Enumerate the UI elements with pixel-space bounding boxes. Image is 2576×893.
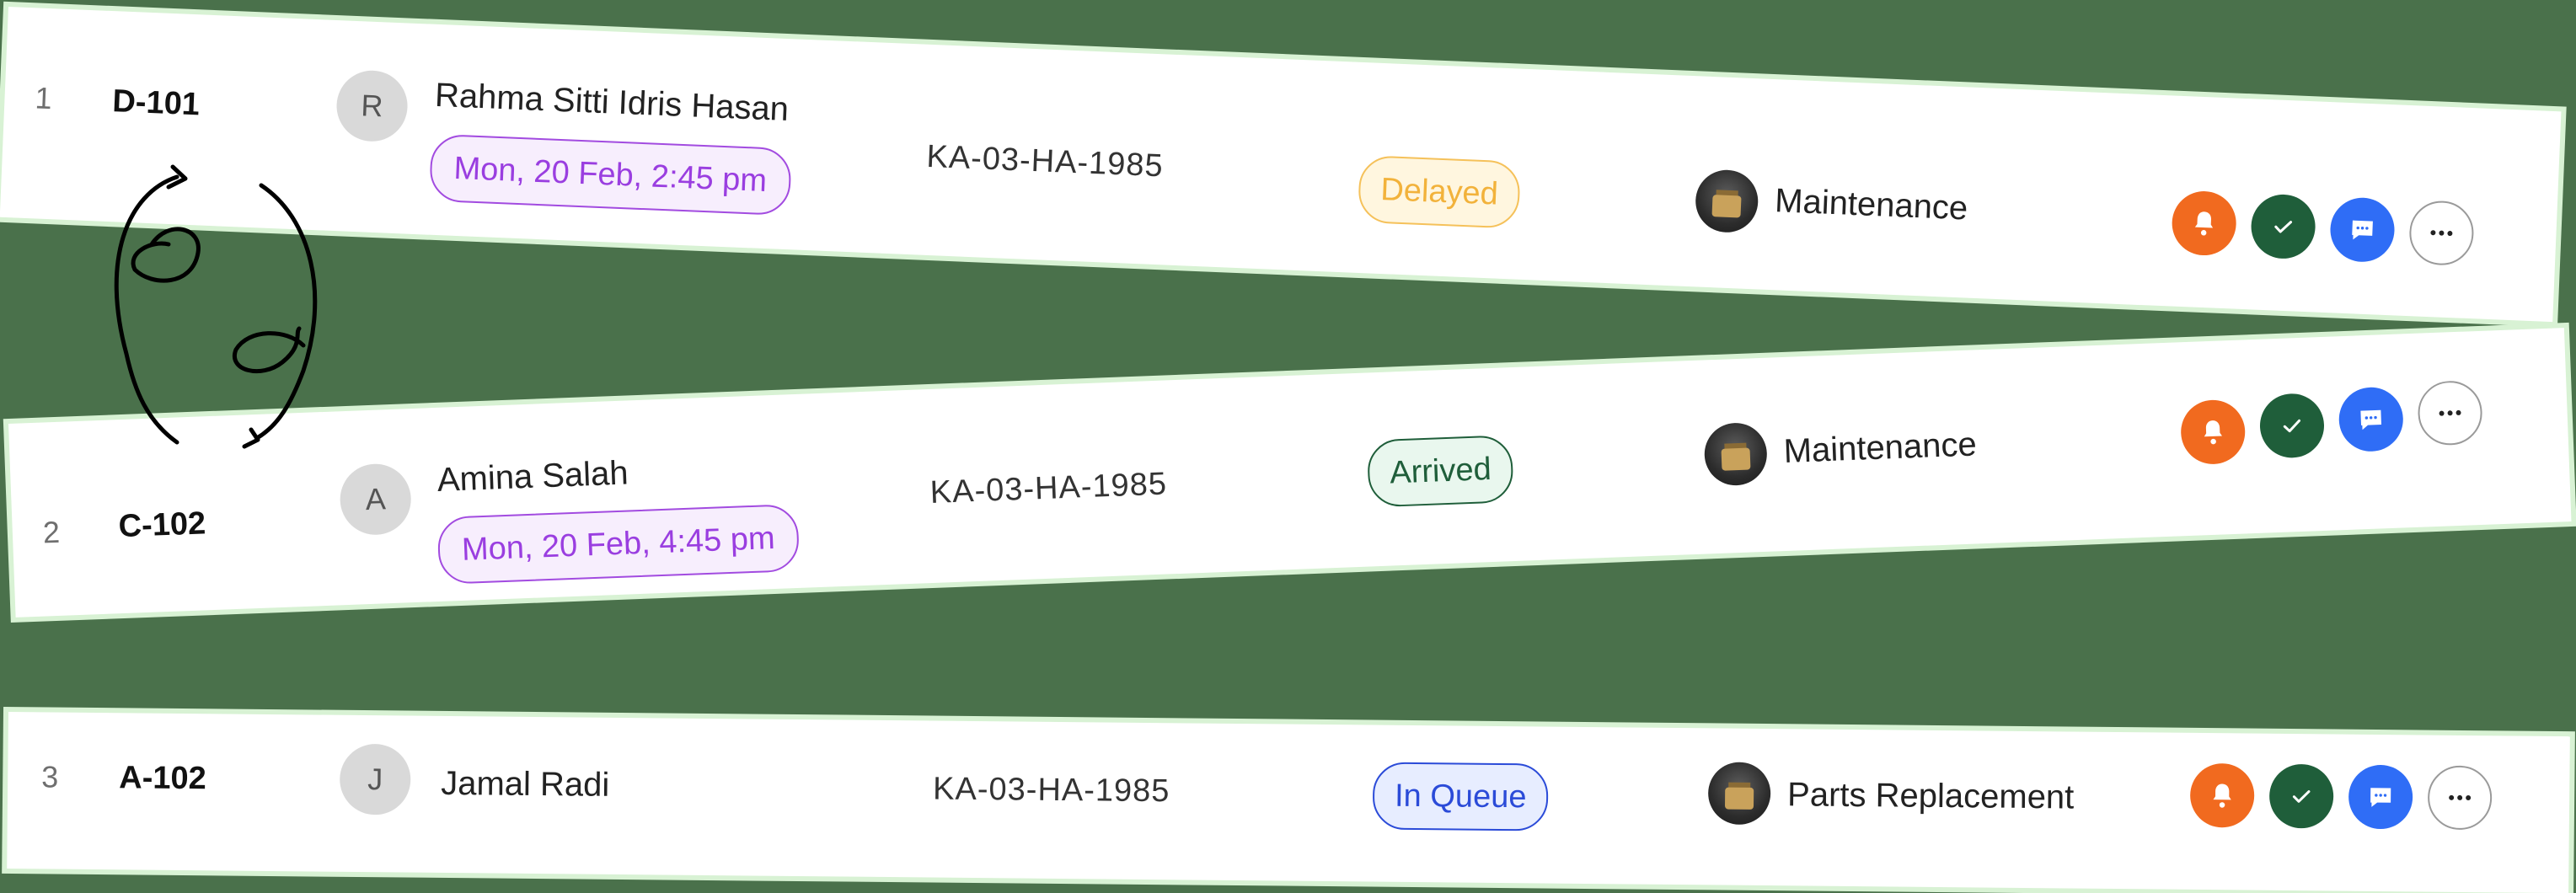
status-badge: Arrived	[1366, 435, 1515, 508]
notify-button[interactable]	[2171, 190, 2238, 257]
more-horizontal-icon	[2449, 794, 2472, 801]
more-horizontal-icon	[2430, 230, 2453, 237]
customer-name: Jamal Radi	[440, 764, 610, 804]
chat-icon	[2370, 788, 2391, 807]
vehicle-plate: KA-03-HA-1985	[932, 771, 1170, 810]
service-avatar	[1703, 421, 1769, 487]
more-button[interactable]	[2427, 765, 2493, 831]
check-icon	[2292, 790, 2311, 803]
status-badge: Delayed	[1357, 154, 1522, 229]
customer-name: Amina Salah	[436, 454, 629, 499]
avatar: R	[335, 69, 410, 143]
row-index: 1	[34, 80, 53, 116]
check-icon	[2283, 419, 2301, 433]
row-code: C-102	[117, 505, 206, 545]
avatar: A	[339, 463, 413, 537]
approve-button[interactable]	[2258, 392, 2326, 459]
service-type: Maintenance	[1782, 425, 1978, 470]
appointment-date-badge: Mon, 20 Feb, 2:45 pm	[428, 133, 792, 217]
message-button[interactable]	[2328, 196, 2397, 264]
customer-name: Rahma Sitti Idris Hasan	[434, 76, 790, 129]
table-row[interactable]: 2 C-102 A Amina Salah Mon, 20 Feb, 4:45 …	[8, 328, 2572, 618]
bell-icon	[2213, 783, 2231, 808]
notify-button[interactable]	[2179, 398, 2247, 466]
reorder-swap-icon	[114, 164, 318, 449]
bell-icon	[2194, 211, 2214, 236]
service-avatar	[1707, 762, 1771, 826]
message-button[interactable]	[2348, 764, 2413, 830]
service-avatar	[1694, 168, 1759, 234]
approve-button[interactable]	[2268, 763, 2334, 829]
vehicle-plate: KA-03-HA-1985	[925, 138, 1165, 184]
more-button[interactable]	[2417, 379, 2483, 446]
check-icon	[2274, 221, 2293, 233]
chat-icon	[2352, 220, 2373, 240]
service-type: Maintenance	[1774, 182, 1969, 227]
table-row[interactable]: 1 D-101 R Rahma Sitti Idris Hasan Mon, 2…	[0, 7, 2562, 323]
appointment-date-badge: Mon, 20 Feb, 4:45 pm	[436, 503, 800, 585]
row-code: D-101	[111, 83, 201, 123]
message-button[interactable]	[2338, 386, 2405, 453]
avatar: J	[339, 743, 411, 815]
status-badge: In Queue	[1372, 762, 1549, 832]
bell-icon	[2204, 420, 2223, 445]
more-button[interactable]	[2407, 200, 2475, 267]
notify-button[interactable]	[2189, 762, 2255, 828]
row-index: 2	[42, 514, 61, 550]
vehicle-plate: KA-03-HA-1985	[929, 466, 1168, 511]
service-type: Parts Replacement	[1786, 776, 2075, 816]
approve-button[interactable]	[2250, 193, 2317, 260]
row-index: 3	[41, 759, 59, 794]
row-code: A-102	[119, 760, 206, 797]
more-horizontal-icon	[2439, 409, 2461, 416]
chat-icon	[2360, 409, 2382, 430]
table-row[interactable]: 3 A-102 J Jamal Radi KA-03-HA-1985 In Qu…	[7, 712, 2570, 893]
